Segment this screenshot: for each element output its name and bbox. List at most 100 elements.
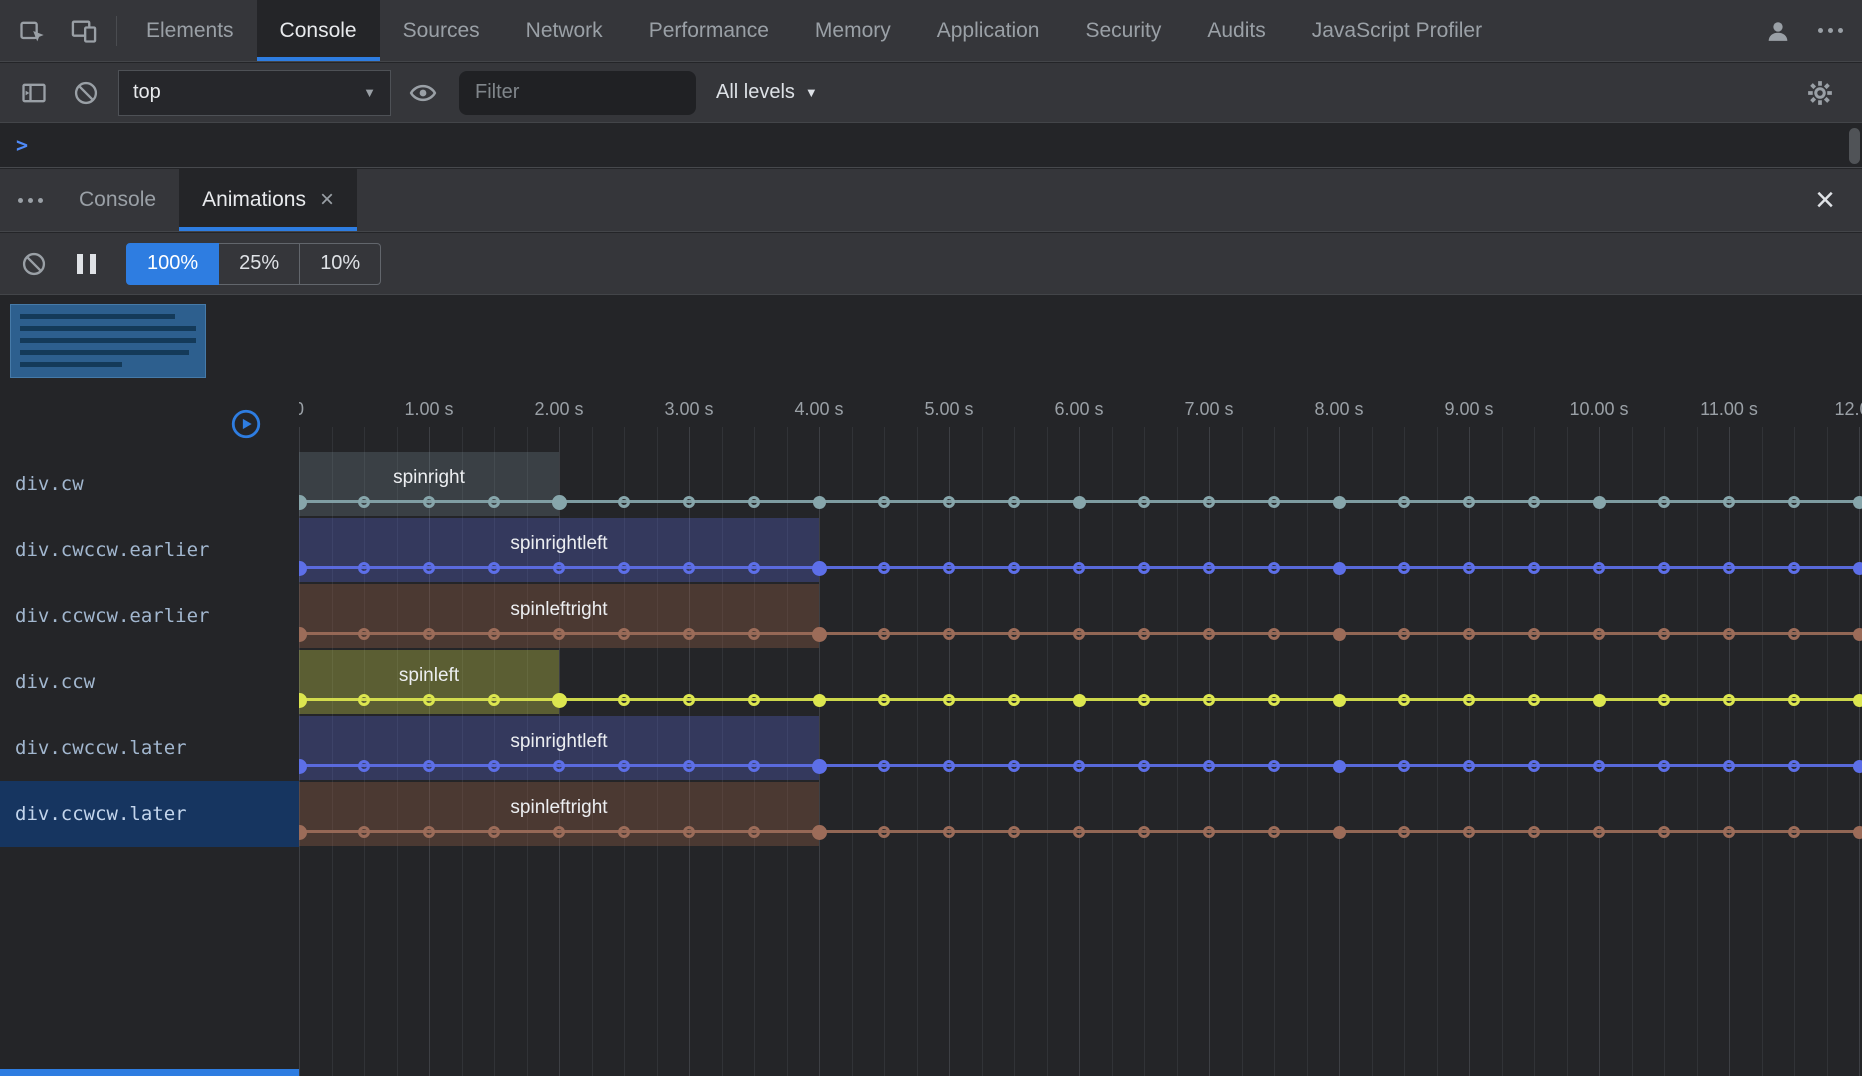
keyframe-dot[interactable] xyxy=(1398,562,1410,574)
keyframe-dot[interactable] xyxy=(358,760,370,772)
iteration-dot[interactable] xyxy=(1853,496,1862,509)
keyframe-dot[interactable] xyxy=(1138,694,1150,706)
keyframe-dot[interactable] xyxy=(1203,628,1215,640)
keyframe-dot[interactable] xyxy=(1528,496,1540,508)
keyframe-dot[interactable] xyxy=(943,628,955,640)
device-toolbar-icon[interactable] xyxy=(58,5,110,57)
iteration-dot[interactable] xyxy=(1593,694,1606,707)
keyframe-dot[interactable] xyxy=(1268,496,1280,508)
keyframe-dot[interactable] xyxy=(1398,694,1410,706)
keyframe-dot[interactable] xyxy=(878,826,890,838)
iteration-dot[interactable] xyxy=(812,627,827,642)
playback-rate-25[interactable]: 25% xyxy=(219,243,300,285)
iteration-dot[interactable] xyxy=(1333,628,1346,641)
keyframe-dot[interactable] xyxy=(1008,496,1020,508)
tab-application[interactable]: Application xyxy=(914,0,1063,61)
tab-javascript-profiler[interactable]: JavaScript Profiler xyxy=(1289,0,1505,61)
clear-animations-icon[interactable] xyxy=(8,238,60,290)
keyframe-dot[interactable] xyxy=(1268,628,1280,640)
keyframe-dot[interactable] xyxy=(488,694,500,706)
keyframe-dot[interactable] xyxy=(943,496,955,508)
keyframe-dot[interactable] xyxy=(1203,826,1215,838)
context-selector[interactable]: top ▼ xyxy=(118,70,391,116)
row-selector-div.ccwcw.earlier[interactable]: div.ccwcw.earlier xyxy=(0,583,299,649)
keyframe-dot[interactable] xyxy=(683,826,695,838)
keyframe-dot[interactable] xyxy=(1528,826,1540,838)
keyframe-dot[interactable] xyxy=(1528,694,1540,706)
iteration-dot[interactable] xyxy=(552,693,567,708)
keyframe-dot[interactable] xyxy=(1788,628,1800,640)
keyframe-dot[interactable] xyxy=(1593,826,1605,838)
keyframe-dot[interactable] xyxy=(748,826,760,838)
keyframe-dot[interactable] xyxy=(1268,760,1280,772)
keyframe-dot[interactable] xyxy=(358,496,370,508)
keyframe-dot[interactable] xyxy=(878,562,890,574)
keyframe-dot[interactable] xyxy=(358,562,370,574)
keyframe-dot[interactable] xyxy=(1788,694,1800,706)
tab-memory[interactable]: Memory xyxy=(792,0,914,61)
keyframe-dot[interactable] xyxy=(423,694,435,706)
animation-row[interactable]: spinleft xyxy=(299,649,1862,715)
iteration-dot[interactable] xyxy=(812,825,827,840)
keyframe-dot[interactable] xyxy=(1073,826,1085,838)
keyframe-dot[interactable] xyxy=(1658,760,1670,772)
animation-preview-thumbnail[interactable] xyxy=(10,304,206,378)
keyframe-dot[interactable] xyxy=(1203,496,1215,508)
iteration-dot[interactable] xyxy=(1853,826,1862,839)
keyframe-dot[interactable] xyxy=(358,628,370,640)
keyframe-dot[interactable] xyxy=(1203,760,1215,772)
keyframe-dot[interactable] xyxy=(1723,628,1735,640)
keyframe-dot[interactable] xyxy=(1658,496,1670,508)
keyframe-dot[interactable] xyxy=(1788,826,1800,838)
iteration-dot[interactable] xyxy=(1853,562,1862,575)
keyframe-dot[interactable] xyxy=(1268,562,1280,574)
keyframe-dot[interactable] xyxy=(1463,496,1475,508)
tab-console[interactable]: Console xyxy=(257,0,380,61)
tab-performance[interactable]: Performance xyxy=(626,0,792,61)
pause-icon[interactable] xyxy=(60,238,112,290)
keyframe-dot[interactable] xyxy=(1528,628,1540,640)
keyframe-dot[interactable] xyxy=(1723,496,1735,508)
keyframe-dot[interactable] xyxy=(748,496,760,508)
eye-icon[interactable] xyxy=(397,67,449,119)
keyframe-dot[interactable] xyxy=(1463,628,1475,640)
animation-row[interactable]: spinrightleft xyxy=(299,715,1862,781)
keyframe-dot[interactable] xyxy=(1073,628,1085,640)
keyframe-dot[interactable] xyxy=(1658,694,1670,706)
keyframe-dot[interactable] xyxy=(488,826,500,838)
keyframe-dot[interactable] xyxy=(1723,562,1735,574)
keyframe-dot[interactable] xyxy=(1008,694,1020,706)
keyframe-dot[interactable] xyxy=(1723,826,1735,838)
keyframe-dot[interactable] xyxy=(1138,760,1150,772)
keyframe-dot[interactable] xyxy=(1398,496,1410,508)
animation-row[interactable]: spinleftright xyxy=(299,781,1862,847)
animation-row[interactable]: spinrightleft xyxy=(299,517,1862,583)
keyframe-dot[interactable] xyxy=(618,562,630,574)
user-icon[interactable] xyxy=(1752,5,1804,57)
keyframe-dot[interactable] xyxy=(683,694,695,706)
keyframe-dot[interactable] xyxy=(1073,760,1085,772)
drawer-tab-console[interactable]: Console xyxy=(56,169,179,231)
keyframe-dot[interactable] xyxy=(878,694,890,706)
keyframe-dot[interactable] xyxy=(1398,628,1410,640)
tab-network[interactable]: Network xyxy=(503,0,626,61)
keyframe-dot[interactable] xyxy=(943,694,955,706)
keyframe-dot[interactable] xyxy=(1463,562,1475,574)
keyframe-dot[interactable] xyxy=(1398,760,1410,772)
keyframe-dot[interactable] xyxy=(1658,826,1670,838)
keyframe-dot[interactable] xyxy=(748,628,760,640)
keyframe-dot[interactable] xyxy=(1138,628,1150,640)
keyframe-dot[interactable] xyxy=(1203,562,1215,574)
keyframe-dot[interactable] xyxy=(1658,562,1670,574)
keyframe-dot[interactable] xyxy=(618,628,630,640)
horizontal-scrollbar-thumb[interactable] xyxy=(0,1069,299,1076)
keyframe-dot[interactable] xyxy=(1593,760,1605,772)
keyframe-dot[interactable] xyxy=(553,826,565,838)
more-menu-icon[interactable] xyxy=(1804,5,1856,57)
inspect-icon[interactable] xyxy=(6,5,58,57)
keyframe-dot[interactable] xyxy=(1658,628,1670,640)
keyframe-dot[interactable] xyxy=(1593,562,1605,574)
animation-row[interactable]: spinleftright xyxy=(299,583,1862,649)
iteration-dot[interactable] xyxy=(1853,760,1862,773)
keyframe-dot[interactable] xyxy=(943,760,955,772)
